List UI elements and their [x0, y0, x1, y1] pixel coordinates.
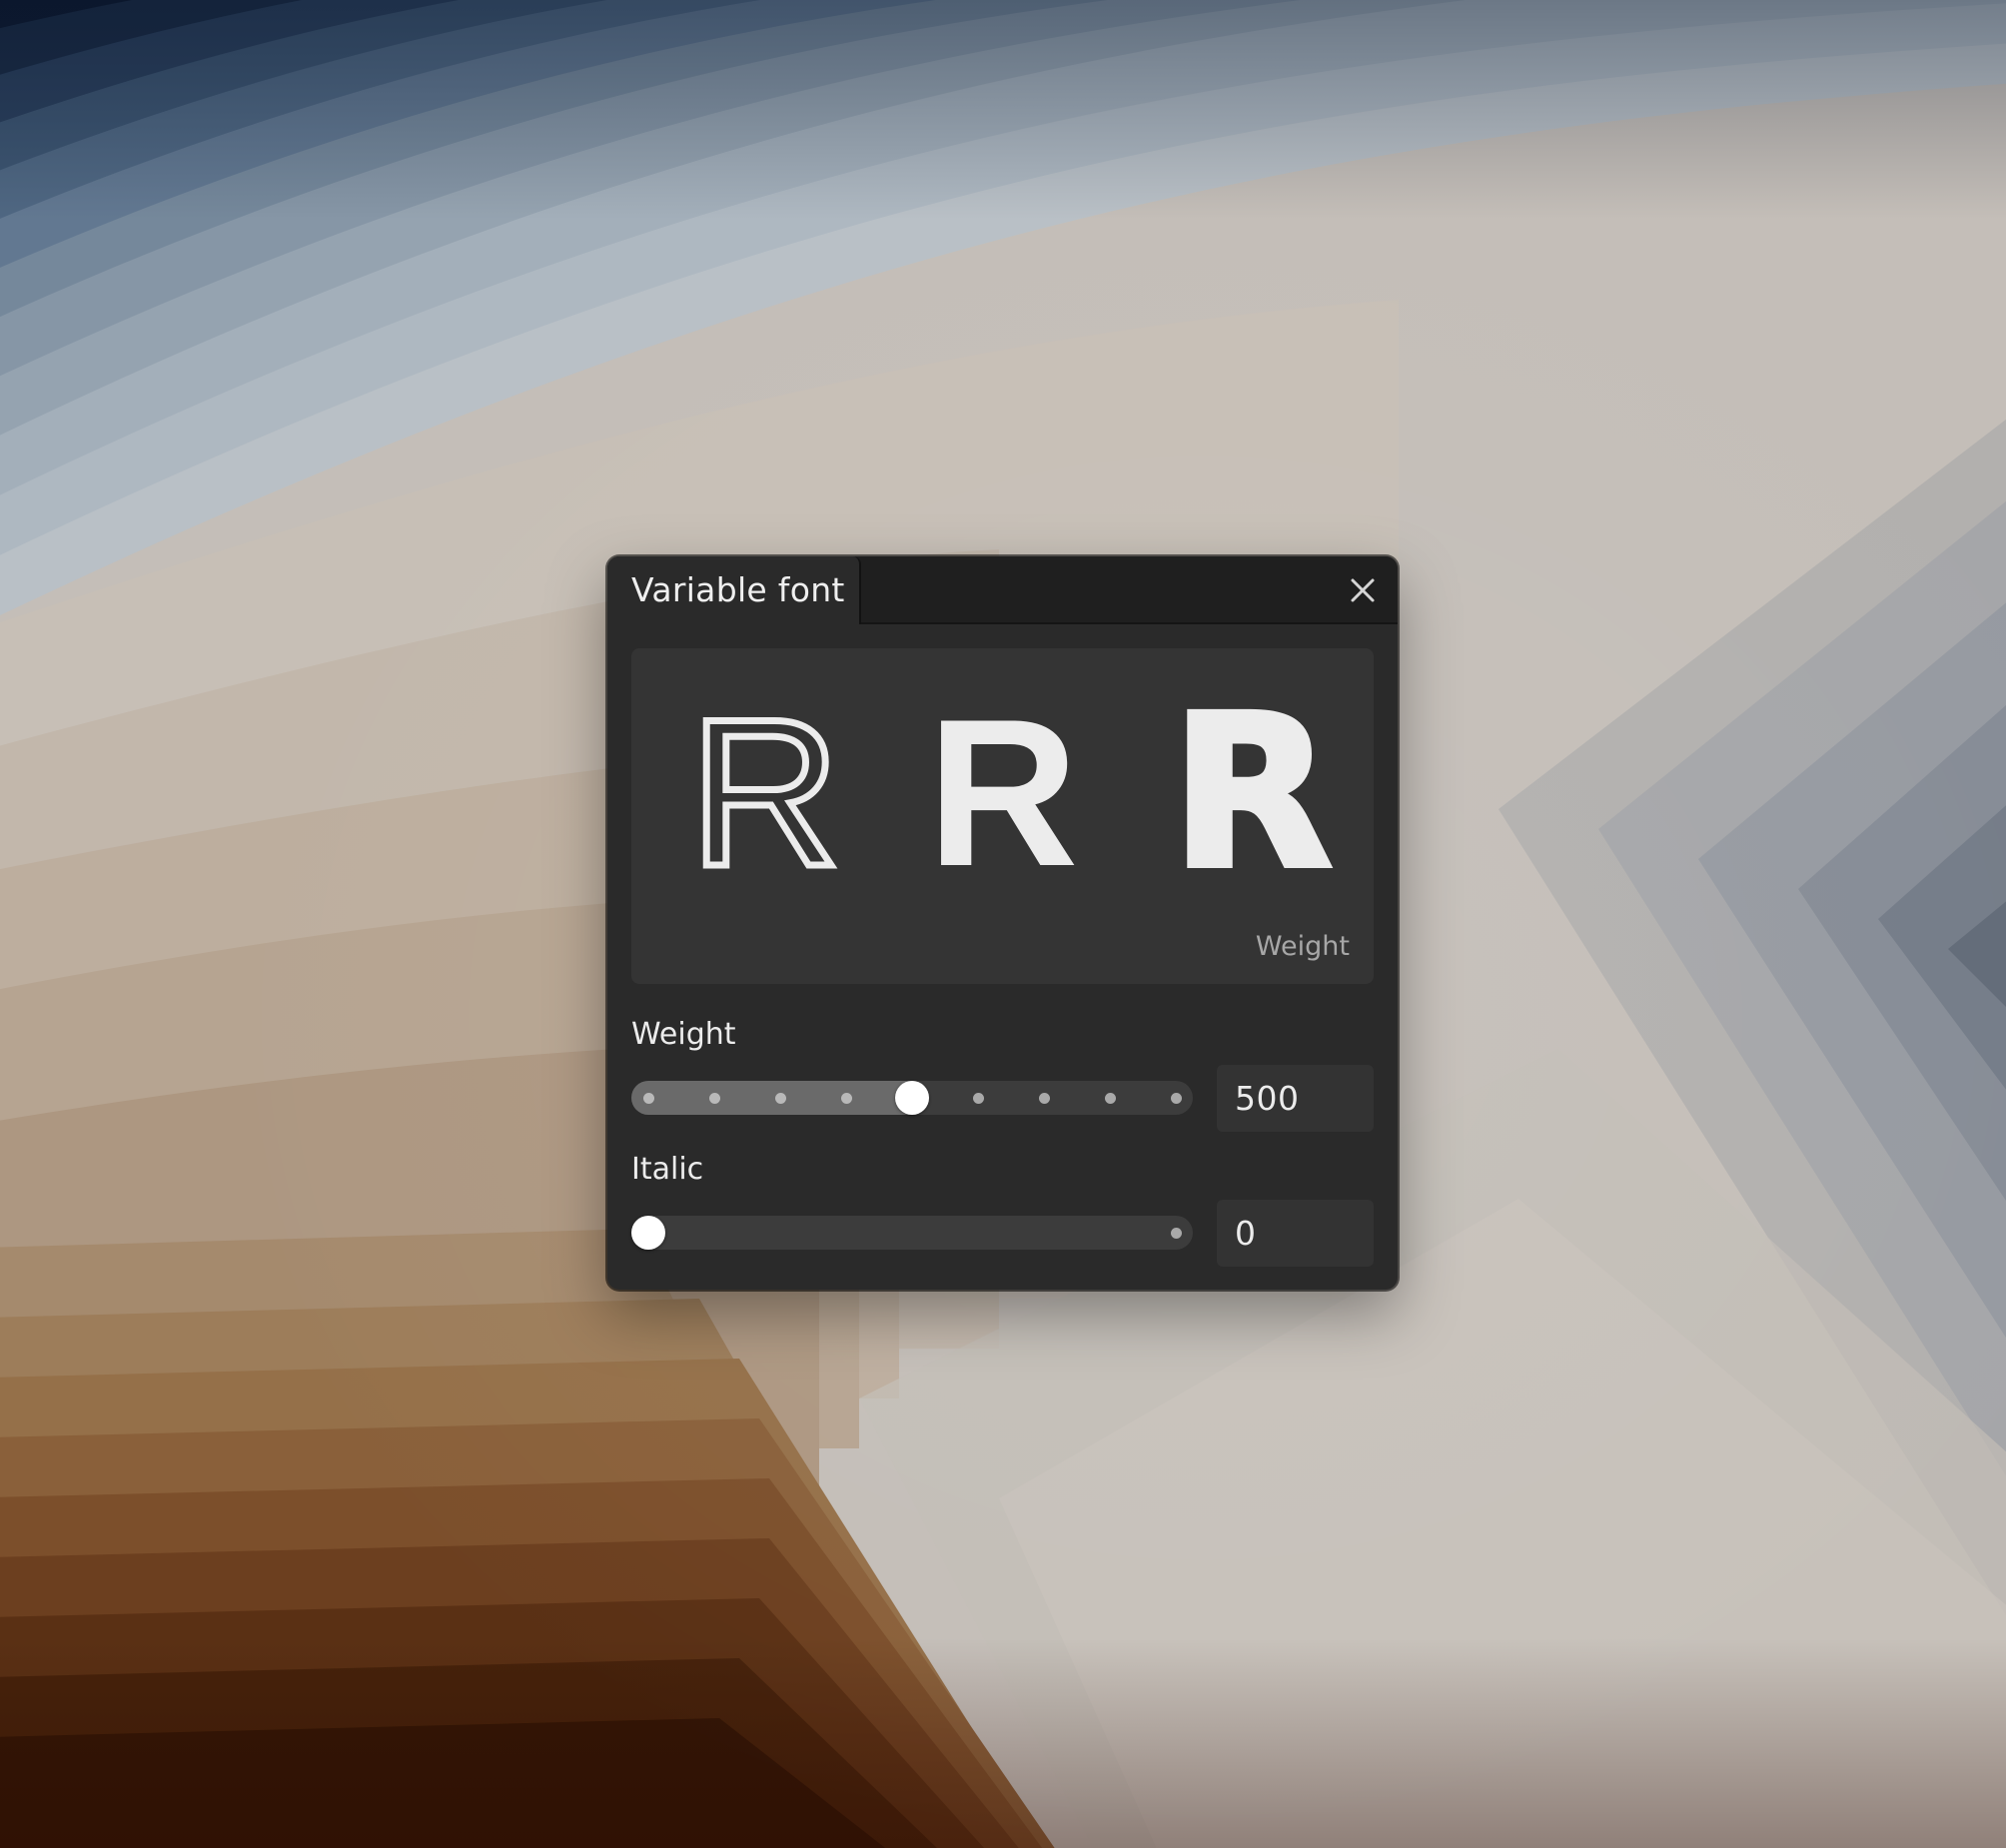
weight-slider-tick	[840, 1093, 852, 1104]
glyph-medium: R	[927, 675, 1079, 910]
italic-slider-tick	[1170, 1228, 1182, 1239]
weight-slider[interactable]	[631, 1081, 1193, 1115]
italic-label: Italic	[631, 1152, 704, 1187]
italic-value-field[interactable]	[1217, 1200, 1374, 1267]
weight-slider-tick	[642, 1093, 654, 1104]
italic-slider[interactable]	[631, 1216, 1193, 1250]
close-icon	[1351, 578, 1375, 602]
panel-title: Variable font	[631, 570, 845, 609]
weight-slider-tick	[708, 1093, 720, 1104]
preview-axis-label: Weight	[1255, 931, 1350, 962]
weight-slider-tick	[972, 1093, 984, 1104]
variable-font-panel: Variable font R R R Weight Weight Italic	[607, 556, 1398, 1290]
tab-variable-font[interactable]: Variable font	[607, 556, 861, 624]
panel-titlebar: Variable font	[607, 556, 1398, 624]
font-preview: R R R Weight	[631, 648, 1374, 984]
italic-slider-thumb[interactable]	[631, 1216, 665, 1250]
weight-slider-tick	[1038, 1093, 1050, 1104]
weight-slider-tick	[1104, 1093, 1116, 1104]
weight-slider-tick	[1170, 1093, 1182, 1104]
close-button[interactable]	[1345, 572, 1381, 608]
titlebar-divider	[861, 622, 1398, 624]
weight-slider-tick	[774, 1093, 786, 1104]
weight-slider-thumb[interactable]	[895, 1081, 929, 1115]
weight-value-field[interactable]	[1217, 1065, 1374, 1132]
glyph-light: R	[686, 675, 845, 910]
weight-label: Weight	[631, 1017, 736, 1052]
glyph-heavy: R	[1168, 670, 1336, 915]
desktop: Variable font R R R Weight Weight Italic	[0, 0, 2006, 1848]
